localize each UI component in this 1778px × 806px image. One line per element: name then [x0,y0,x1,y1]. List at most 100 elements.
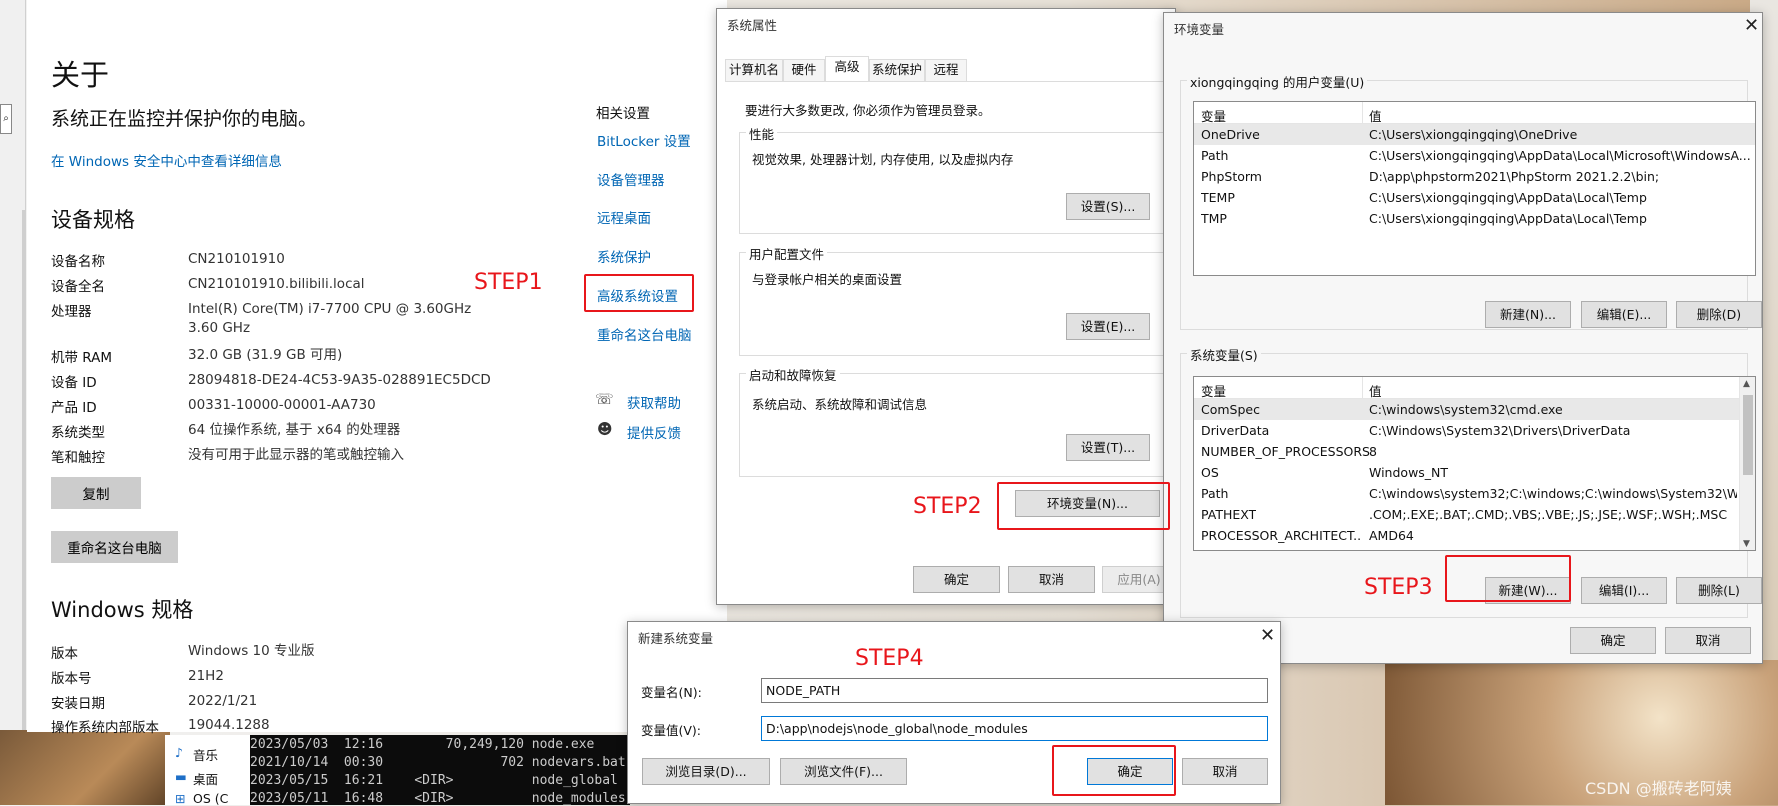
variable-name-field[interactable]: NODE_PATH [761,678,1268,703]
scrollbar[interactable] [22,210,26,730]
vertical-scrollbar[interactable]: ▲ ▼ [1739,377,1755,550]
spec-key: 笔和触控 [51,450,105,466]
explorer-sidebar: ♪ 音乐 ▬ 桌面 ⊞ OS (C [165,735,250,806]
ok-button[interactable]: 确定 [913,566,1000,593]
var-name: TMP [1201,211,1227,226]
spec-key: 设备 ID [51,375,97,391]
system-delete-button[interactable]: 删除(L) [1676,577,1762,604]
cancel-button[interactable]: 取消 [1008,566,1095,593]
spec-value: 21H2 [188,668,224,684]
dialog-title: 新建系统变量 [638,631,714,646]
dialog-title: 系统属性 [727,18,778,33]
list-header: 变量 值 [1194,377,1755,399]
var-name: Path [1201,148,1229,163]
list-item[interactable]: TEMP C:\Users\xiongqingqing\AppData\Local… [1194,187,1755,208]
group-description: 系统启动、系统故障和调试信息 [752,397,928,412]
list-item[interactable]: Path C:\windows\system32;C:\windows;C:\wi… [1194,483,1739,504]
list-item[interactable]: Path C:\Users\xiongqingqing\AppData\Local… [1194,145,1755,166]
watermark: CSDN @搬砖老阿姨 [1585,779,1732,798]
remote-desktop-link[interactable]: 远程桌面 [597,207,651,227]
device-specs-heading: 设备规格 [51,208,135,232]
admin-note: 要进行大多数更改, 你必须作为管理员登录。 [745,103,991,118]
user-delete-button[interactable]: 删除(D) [1676,301,1762,328]
user-variables-list[interactable]: 变量 值 OneDrive C:\Users\xiongqingqing\OneD… [1193,101,1756,276]
startup-settings-button[interactable]: 设置(T)... [1066,434,1150,461]
browse-file-button[interactable]: 浏览文件(F)... [780,758,907,785]
about-settings-page: 关于 系统正在监控并保护你的电脑。 在 Windows 安全中心中查看详细信息 … [27,0,727,736]
tab-hardware[interactable]: 硬件 [783,59,825,81]
list-item[interactable]: PATHEXT .COM;.EXE;.BAT;.CMD;.VBS;.VBE;.JS… [1194,504,1739,525]
windows-specs-heading: Windows 规格 [51,598,194,622]
var-value: 8 [1369,444,1377,459]
variable-value-field[interactable]: D:\app\nodejs\node_global\node_modules [761,716,1268,741]
list-item[interactable]: PROCESSOR_ARCHITECT... AMD64 [1194,525,1739,546]
sidebar-item-desktop[interactable]: 桌面 [193,769,218,788]
cancel-button[interactable]: 取消 [1665,627,1751,654]
page-title: 关于 [51,58,110,92]
group-description: 视觉效果, 处理器计划, 内存使用, 以及虚拟内存 [752,152,1014,167]
scroll-up-icon[interactable]: ▲ [1743,379,1750,389]
close-icon[interactable]: ✕ [1744,15,1759,36]
startup-recovery-group: 启动和故障恢复 系统启动、系统故障和调试信息 设置(T)... [739,365,1179,477]
spec-key: 机带 RAM [51,350,113,366]
step2-highlight [997,482,1170,530]
column-header-value: 值 [1369,384,1382,399]
list-item[interactable]: OneDrive C:\Users\xiongqingqing\OneDrive [1194,124,1755,145]
sidebar-item-music[interactable]: 音乐 [193,745,218,764]
profiles-settings-button[interactable]: 设置(E)... [1066,313,1150,340]
user-variables-group: xiongqingqing 的用户变量(U) 变量 值 OneDrive C:\U… [1180,72,1762,330]
spec-value: 00331-10000-00001-AA730 [188,397,376,413]
terminal-line: 2021/10/14 00:30 702 nodevars.bat [250,755,626,770]
list-item[interactable]: ComSpec C:\windows\system32\cmd.exe [1194,399,1739,420]
browse-directory-button[interactable]: 浏览目录(D)... [642,758,770,785]
variable-value-label: 变量值(V): [641,723,702,738]
rename-pc-button[interactable]: 重命名这台电脑 [51,531,178,563]
help-icon: ☏ [595,390,614,408]
list-item[interactable]: DriverData C:\Windows\System32\Drivers\Dr… [1194,420,1739,441]
step3-label: STEP3 [1364,575,1433,600]
device-manager-link[interactable]: 设备管理器 [597,169,665,189]
spec-value: 19044.1288 [188,717,270,733]
user-edit-button[interactable]: 编辑(E)... [1581,301,1667,328]
tab-advanced[interactable]: 高级 [825,56,869,82]
scroll-down-icon[interactable]: ▼ [1743,539,1750,549]
tab-remote[interactable]: 远程 [925,59,967,81]
copy-button[interactable]: 复制 [51,477,141,509]
system-protection-link[interactable]: 系统保护 [597,246,651,266]
tab-system-protection[interactable]: 系统保护 [869,59,925,81]
list-item[interactable]: TMP C:\Users\xiongqingqing\AppData\Local\… [1194,208,1755,229]
get-help-link[interactable]: 获取帮助 [627,392,681,412]
security-center-link[interactable]: 在 Windows 安全中心中查看详细信息 [51,150,282,170]
list-item[interactable]: PhpStorm D:\app\phpstorm2021\PhpStorm 202… [1194,166,1755,187]
system-edit-button[interactable]: 编辑(I)... [1581,577,1667,604]
list-item[interactable]: NUMBER_OF_PROCESSORS 8 [1194,441,1739,462]
spec-value: 2022/1/21 [188,693,258,709]
cancel-button[interactable]: 取消 [1182,758,1268,785]
performance-settings-button[interactable]: 设置(S)... [1066,193,1150,220]
feedback-link[interactable]: 提供反馈 [627,422,681,442]
search-icon[interactable]: ⌕ [0,104,12,134]
bitlocker-link[interactable]: BitLocker 设置 [597,130,691,150]
rename-pc-link[interactable]: 重命名这台电脑 [597,324,692,344]
column-header-variable: 变量 [1201,384,1227,399]
group-label: xiongqingqing 的用户变量(U) [1187,72,1368,91]
step4-label: STEP4 [855,646,924,671]
var-name: TEMP [1201,190,1235,205]
spec-key: 版本 [51,646,78,662]
var-value: C:\Windows\System32\Drivers\DriverData [1369,423,1631,438]
list-header: 变量 值 [1194,102,1755,124]
sidebar-item-drive[interactable]: OS (C [193,791,228,806]
system-variables-list[interactable]: 变量 值 ComSpec C:\windows\system32\cmd.exe … [1193,376,1756,551]
tab-computer-name[interactable]: 计算机名 [725,59,783,81]
spec-value: 没有可用于此显示器的笔或触控输入 [188,447,404,463]
group-label: 启动和故障恢复 [746,365,840,384]
user-new-button[interactable]: 新建(N)... [1485,301,1571,328]
var-value: C:\Users\xiongqingqing\AppData\Local\Tem… [1369,211,1647,226]
list-item[interactable]: OS Windows_NT [1194,462,1739,483]
step3-highlight [1445,555,1571,602]
scrollbar-thumb[interactable] [1743,395,1753,475]
spec-value: 28094818-DE24-4C53-9A35-028891EC5DCD [188,372,491,388]
spec-value: Windows 10 专业版 [188,643,315,659]
ok-button[interactable]: 确定 [1570,627,1656,654]
close-icon[interactable]: ✕ [1260,625,1275,646]
